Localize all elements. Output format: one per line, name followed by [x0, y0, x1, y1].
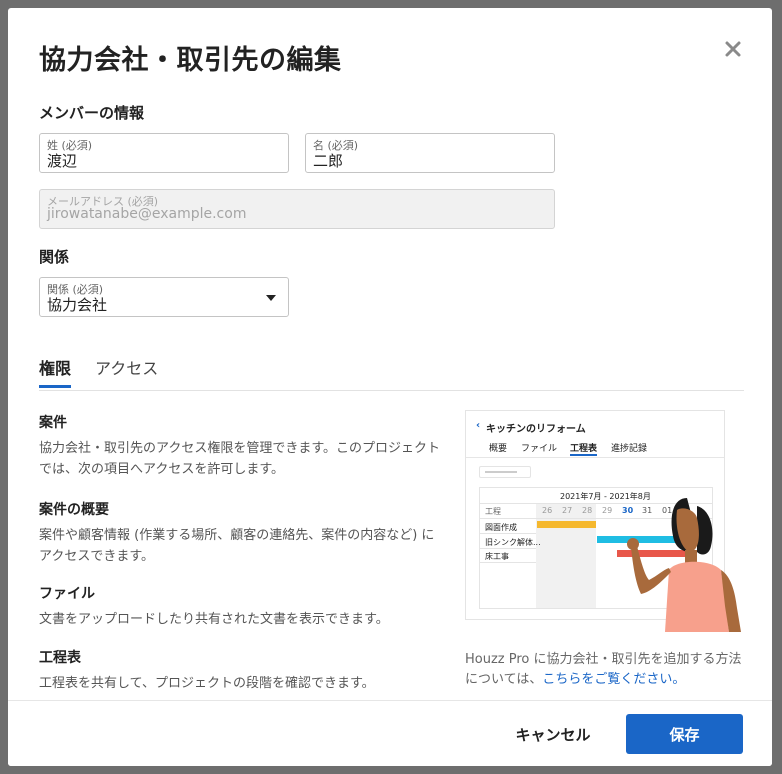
save-button[interactable]: 保存	[626, 714, 743, 754]
illustration-nav-overview: 概要	[489, 444, 508, 454]
illustration-divider	[466, 457, 724, 458]
close-icon[interactable]	[722, 38, 744, 60]
permission-schedule-desc: 工程表を共有して、プロジェクトの段階を確認できます。	[39, 676, 375, 691]
gantt-bar	[537, 521, 596, 528]
tab-access[interactable]: アクセス	[95, 355, 158, 379]
illustration-header-label: 工程	[485, 507, 501, 516]
member-info-heading: メンバーの情報	[39, 104, 145, 122]
last-name-field[interactable]: 姓 (必須) 渡辺	[39, 133, 289, 173]
permission-overview-desc: 案件や顧客情報 (作業する場所、顧客の連絡先、案件の内容など) にアクセスできま…	[39, 528, 435, 564]
tab-bar: 権限 アクセス	[39, 348, 744, 391]
schedule-illustration: ‹ キッチンのリフォーム 概要 ファイル 工程表 進捗記録 2021年7月 - …	[465, 410, 745, 632]
permission-project: 案件 協力会社・取引先のアクセス権限を管理できます。このプロジェクトでは、次の項…	[39, 412, 444, 480]
permission-schedule-title: 工程表	[39, 650, 81, 666]
email-field: メールアドレス (必須) jirowatanabe@example.com	[39, 189, 555, 229]
help-text: Houzz Pro に協力会社・取引先を追加する方法については、こちらをご覧くだ…	[465, 650, 745, 690]
illustration-date: 28	[582, 506, 593, 515]
illustration-date: 27	[562, 506, 573, 515]
person-illustration-icon	[627, 498, 741, 632]
active-tab-indicator	[39, 385, 71, 388]
permission-schedule: 工程表 工程表を共有して、プロジェクトの段階を確認できます。	[39, 647, 444, 694]
permission-files: ファイル 文書をアップロードしたり共有された文書を表示できます。	[39, 583, 444, 630]
illustration-nav-progress: 進捗記録	[611, 444, 648, 454]
permission-project-title: 案件	[39, 415, 67, 431]
tab-permissions[interactable]: 権限	[39, 355, 71, 379]
permission-overview-title: 案件の概要	[39, 502, 109, 518]
first-name-field[interactable]: 名 (必須) 二郎	[305, 133, 555, 173]
last-name-value[interactable]: 渡辺	[47, 150, 77, 171]
illustration-nav-underline	[570, 454, 597, 456]
chevron-down-icon[interactable]	[266, 295, 276, 301]
illustration-date: 29	[602, 506, 613, 515]
illustration-task: 旧シンク解体...	[485, 538, 541, 547]
illustration-nav-schedule: 工程表	[570, 444, 598, 454]
edit-partner-dialog: 協力会社・取引先の編集 メンバーの情報 姓 (必須) 渡辺 名 (必須) 二郎 …	[8, 8, 772, 766]
cancel-button[interactable]: キャンセル	[498, 714, 608, 754]
illustration-search-box	[479, 466, 531, 478]
email-value: jirowatanabe@example.com	[47, 206, 247, 222]
permission-overview: 案件の概要 案件や顧客情報 (作業する場所、顧客の連絡先、案件の内容など) にア…	[39, 499, 444, 567]
illustration-date: 26	[542, 506, 553, 515]
illustration-nav-files: ファイル	[521, 444, 558, 454]
permission-files-title: ファイル	[39, 586, 95, 602]
dialog-footer: キャンセル 保存	[8, 700, 772, 766]
illustration-project-title: キッチンのリフォーム	[486, 424, 586, 435]
permission-files-desc: 文書をアップロードしたり共有された文書を表示できます。	[39, 612, 389, 627]
relation-select[interactable]: 関係 (必須) 協力会社	[39, 277, 289, 317]
dialog-title: 協力会社・取引先の編集	[39, 45, 342, 76]
permission-project-desc: 協力会社・取引先のアクセス権限を管理できます。このプロジェクトでは、次の項目へア…	[39, 441, 441, 477]
chevron-left-icon: ‹	[476, 420, 481, 431]
illustration-task: 床工事	[485, 552, 509, 561]
relation-heading: 関係	[39, 248, 70, 266]
help-link[interactable]: こちらをご覧ください。	[542, 672, 685, 687]
first-name-value[interactable]: 二郎	[313, 150, 343, 171]
illustration-task: 図面作成	[485, 523, 517, 532]
relation-value: 協力会社	[47, 296, 108, 314]
